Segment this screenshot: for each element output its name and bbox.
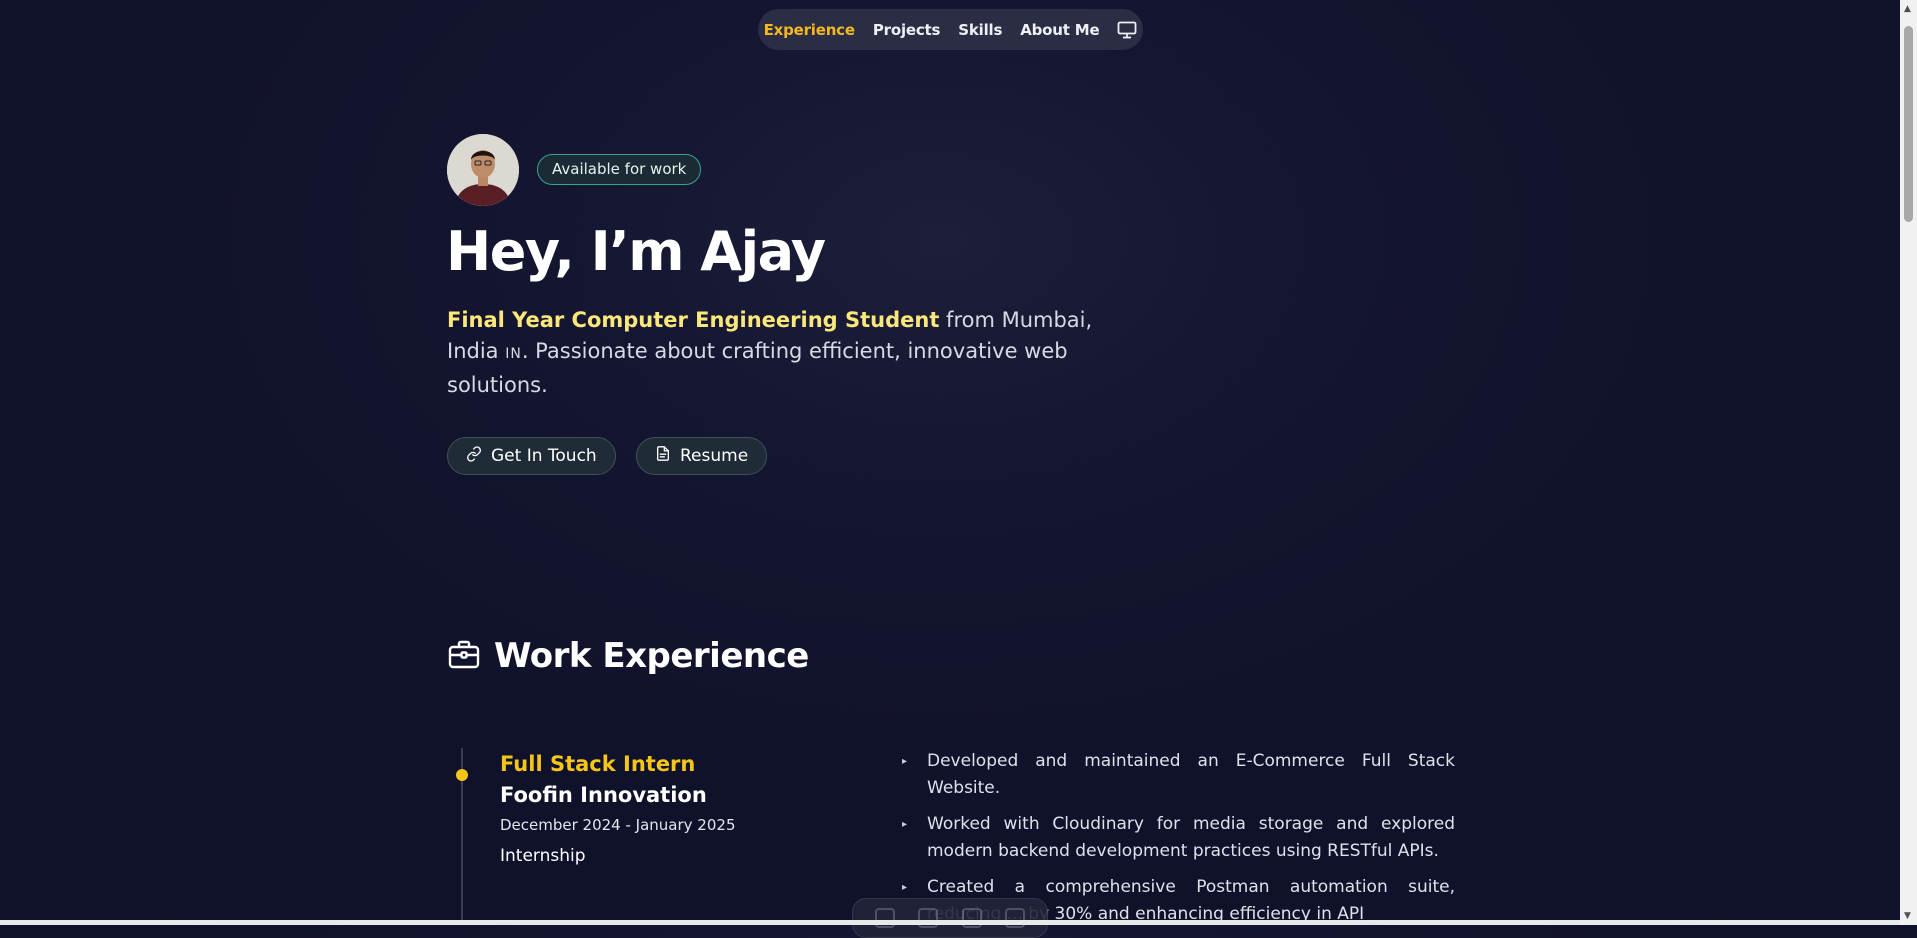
get-in-touch-button[interactable]: Get In Touch <box>447 437 616 475</box>
scroll-down-icon[interactable]: ▼ <box>1904 911 1911 921</box>
resume-label: Resume <box>680 446 749 466</box>
job-dates: December 2024 - January 2025 <box>500 816 736 834</box>
nav-projects[interactable]: Projects <box>873 21 941 39</box>
top-nav: Experience Projects Skills About Me <box>758 9 1143 50</box>
nav-experience[interactable]: Experience <box>764 21 855 39</box>
dock-icon[interactable] <box>1005 908 1026 928</box>
page-title: Hey, I’m Ajay <box>446 220 826 283</box>
resume-button[interactable]: Resume <box>636 437 768 475</box>
dock-icon[interactable] <box>918 908 939 928</box>
timeline-dot <box>456 769 468 781</box>
triangle-bullet-icon: ▸ <box>902 756 908 767</box>
link-icon <box>466 445 482 467</box>
job-type: Internship <box>500 846 586 866</box>
intro-rest: . Passionate about crafting efficient, i… <box>447 339 1068 397</box>
triangle-bullet-icon: ▸ <box>902 819 908 830</box>
avatar <box>447 134 519 206</box>
floating-dock[interactable] <box>852 898 1048 938</box>
scrollbar-thumb[interactable] <box>1904 26 1913 222</box>
document-icon <box>655 445 671 467</box>
triangle-bullet-icon: ▸ <box>902 882 908 893</box>
nav-about-me[interactable]: About Me <box>1020 21 1099 39</box>
dock-icon[interactable] <box>874 908 895 928</box>
briefcase-icon <box>448 639 480 673</box>
section-title: Work Experience <box>494 636 809 676</box>
work-experience-heading: Work Experience <box>448 636 809 676</box>
get-in-touch-label: Get In Touch <box>491 446 597 466</box>
scroll-up-icon[interactable]: ▲ <box>1904 4 1911 14</box>
dock-icon[interactable] <box>961 908 982 928</box>
monitor-icon[interactable] <box>1117 20 1137 40</box>
list-item: ▸ Developed and maintained an E-Commerce … <box>900 748 1455 802</box>
job-company: Foofin Innovation <box>500 783 707 807</box>
nav-skills[interactable]: Skills <box>958 21 1002 39</box>
job-role: Full Stack Intern <box>500 752 696 776</box>
intro-text: Final Year Computer Engineering Student … <box>447 305 1107 401</box>
horizontal-scrollbar[interactable] <box>0 920 1900 925</box>
flag-icon: IN <box>505 346 522 362</box>
intro-highlight: Final Year Computer Engineering Student <box>447 308 940 332</box>
list-item: ▸ Worked with Cloudinary for media storag… <box>900 811 1455 865</box>
status-badge: Available for work <box>537 154 702 185</box>
vertical-scrollbar[interactable]: ▲ ▼ <box>1900 0 1917 925</box>
